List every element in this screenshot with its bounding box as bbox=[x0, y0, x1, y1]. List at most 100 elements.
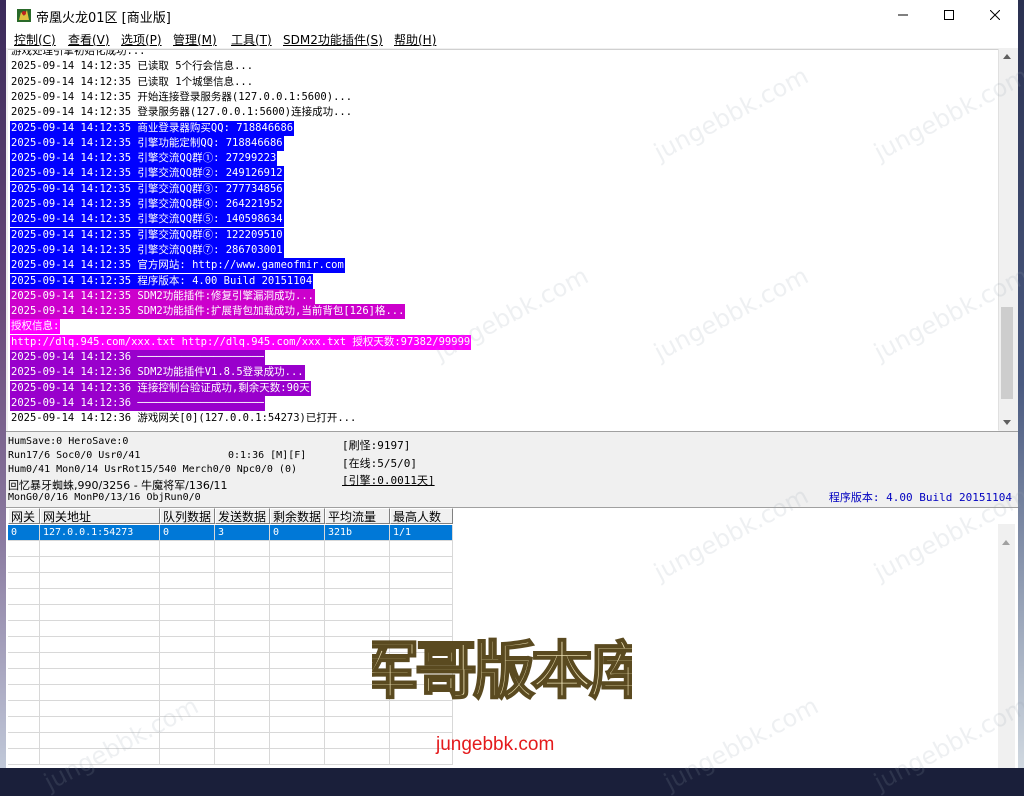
gateway-empty-cell bbox=[160, 573, 215, 589]
log-line-text: 2025-09-14 14:12:35 程序版本: 4.00 Build 201… bbox=[10, 273, 314, 289]
log-line-text: http://dlq.945.com/xxx.txt http://dlq.94… bbox=[10, 334, 472, 350]
menu-control[interactable]: 控制(C) bbox=[14, 31, 56, 48]
menu-help[interactable]: 帮助(H) bbox=[394, 31, 436, 48]
col-send-data[interactable]: 发送数据 bbox=[215, 508, 270, 524]
gateway-empty-cell bbox=[160, 717, 215, 733]
log-line-text: 2025-09-14 14:12:36 ──────────────────── bbox=[10, 350, 265, 365]
log-line-text: 授权信息: bbox=[10, 319, 61, 335]
gateway-empty-row[interactable] bbox=[8, 541, 453, 557]
log-output[interactable]: 游戏处理引擎初始化成功... 2025-09-14 14:12:35 已读取 5个… bbox=[8, 49, 998, 431]
grid-scroll-up-icon[interactable] bbox=[1002, 530, 1010, 549]
gateway-empty-cell bbox=[215, 749, 270, 765]
log-line: 2025-09-14 14:12:35 引擎交流QQ群③: 277734856 bbox=[10, 181, 284, 197]
gateway-empty-cell bbox=[215, 541, 270, 557]
status-panel: HumSave:0 HeroSave:0 Run17/6 Soc0/0 Usr0… bbox=[6, 431, 1018, 508]
menu-manage[interactable]: 管理(M) bbox=[173, 31, 217, 48]
gateway-empty-cell bbox=[270, 605, 325, 621]
gateway-empty-cell bbox=[270, 733, 325, 749]
close-icon bbox=[990, 10, 1000, 20]
gateway-empty-cell bbox=[270, 541, 325, 557]
minimize-button[interactable] bbox=[880, 0, 926, 30]
grid-scrollbar[interactable] bbox=[998, 524, 1015, 768]
gateway-empty-cell bbox=[270, 621, 325, 637]
gateway-empty-cell bbox=[40, 717, 160, 733]
log-line-text: 2025-09-14 14:12:36 ──────────────────── bbox=[10, 395, 265, 411]
gateway-empty-cell bbox=[40, 621, 160, 637]
scroll-down-arrow-icon[interactable] bbox=[999, 415, 1014, 430]
log-line-text: 2025-09-14 14:12:35 已读取 5个行会信息... bbox=[10, 59, 255, 75]
log-line: 2025-09-14 14:12:35 已读取 1个城堡信息... bbox=[10, 74, 255, 90]
gateway-empty-row[interactable] bbox=[8, 589, 453, 605]
gateway-empty-cell bbox=[215, 589, 270, 605]
gateway-empty-cell bbox=[270, 589, 325, 605]
gateway-empty-row[interactable] bbox=[8, 733, 453, 749]
log-line-text: 2025-09-14 14:12:35 引擎交流QQ群⑥: 122209510 bbox=[10, 227, 284, 243]
gateway-empty-cell bbox=[160, 621, 215, 637]
log-line: 2025-09-14 14:12:35 登录服务器(127.0.0.1:5600… bbox=[10, 105, 354, 121]
gateway-empty-cell bbox=[160, 653, 215, 669]
log-line: 2025-09-14 14:12:35 已读取 5个行会信息... bbox=[10, 59, 255, 75]
log-line-text: 2025-09-14 14:12:35 引擎交流QQ群⑦: 286703001 bbox=[10, 242, 284, 258]
gateway-empty-cell bbox=[40, 733, 160, 749]
gateway-empty-cell bbox=[325, 605, 390, 621]
log-scrollbar[interactable] bbox=[998, 49, 1015, 430]
gateway-empty-cell bbox=[8, 733, 40, 749]
gateway-empty-cell bbox=[40, 701, 160, 717]
menu-tools[interactable]: 工具(T) bbox=[231, 31, 272, 48]
status-hum-line: Hum0/41 Mon0/14 UsrRot15/540 Merch0/0 Np… bbox=[8, 464, 297, 475]
log-line: 2025-09-14 14:12:35 程序版本: 4.00 Build 201… bbox=[10, 273, 314, 289]
col-remaining-data[interactable]: 剩余数据 bbox=[270, 508, 325, 524]
gateway-empty-row[interactable] bbox=[8, 557, 453, 573]
gateway-empty-row[interactable] bbox=[8, 573, 453, 589]
col-gateway[interactable]: 网关 bbox=[8, 508, 40, 524]
gateway-empty-cell bbox=[270, 749, 325, 765]
gateway-empty-cell bbox=[270, 669, 325, 685]
log-line-text: 2025-09-14 14:12:35 SDM2功能插件:扩展背包加载成功,当前… bbox=[10, 304, 406, 320]
log-line: 2025-09-14 14:12:36 游戏网关[0](127.0.0.1:54… bbox=[10, 411, 358, 427]
gateway-empty-cell bbox=[8, 557, 40, 573]
gateway-cell: 0 bbox=[160, 525, 215, 541]
gateway-empty-cell bbox=[40, 685, 160, 701]
menu-options[interactable]: 选项(P) bbox=[121, 31, 162, 48]
close-button[interactable] bbox=[972, 0, 1018, 30]
status-monster-line: 回忆暴牙蜘蛛,990/3256 - 牛魔将军/136/11 bbox=[8, 479, 228, 492]
gateway-empty-cell bbox=[390, 557, 453, 573]
log-line-text: 2025-09-14 14:12:35 引擎交流QQ群⑤: 140598634 bbox=[10, 212, 284, 228]
menu-sdm2-plugin[interactable]: SDM2功能插件(S) bbox=[283, 31, 383, 48]
watermark-url: jungebbk.com bbox=[436, 734, 555, 755]
gateway-empty-cell bbox=[215, 669, 270, 685]
title-bar[interactable]: 帝凰火龙01区 [商业版] bbox=[6, 0, 1018, 30]
col-avg-traffic[interactable]: 平均流量 bbox=[325, 508, 390, 524]
log-line: 2025-09-14 14:12:35 官方网站: http://www.gam… bbox=[10, 258, 345, 274]
col-max-users[interactable]: 最高人数 bbox=[390, 508, 453, 524]
gateway-empty-cell bbox=[40, 541, 160, 557]
gateway-empty-row[interactable] bbox=[8, 749, 453, 765]
maximize-icon bbox=[944, 10, 954, 20]
gateway-empty-cell bbox=[8, 749, 40, 765]
gateway-empty-row[interactable] bbox=[8, 605, 453, 621]
log-scroll-thumb[interactable] bbox=[1001, 307, 1013, 399]
col-gateway-address[interactable]: 网关地址 bbox=[40, 508, 160, 524]
log-line: 2025-09-14 14:12:35 引擎交流QQ群②: 249126912 bbox=[10, 166, 284, 182]
col-queue-data[interactable]: 队列数据 bbox=[160, 508, 215, 524]
gateway-row[interactable]: 0 127.0.0.1:54273 0 3 0 321b 1/1 bbox=[8, 525, 453, 541]
dragon-app-icon bbox=[17, 9, 31, 22]
grid-header: 网关 网关地址 队列数据 发送数据 剩余数据 平均流量 最高人数 bbox=[8, 508, 453, 525]
log-line-text: 2025-09-14 14:12:35 登录服务器(127.0.0.1:5600… bbox=[10, 105, 354, 121]
log-line: 2025-09-14 14:12:35 开始连接登录服务器(127.0.0.1:… bbox=[10, 89, 354, 105]
maximize-button[interactable] bbox=[926, 0, 972, 30]
status-spawn-count: [刷怪:9197] bbox=[342, 439, 411, 452]
gateway-empty-cell bbox=[270, 557, 325, 573]
gateway-empty-cell bbox=[325, 573, 390, 589]
gateway-empty-cell bbox=[160, 637, 215, 653]
gateway-empty-cell bbox=[8, 685, 40, 701]
gateway-empty-cell bbox=[160, 685, 215, 701]
log-line: http://dlq.945.com/xxx.txt http://dlq.94… bbox=[10, 334, 472, 350]
gateway-empty-cell bbox=[160, 749, 215, 765]
log-line: 2025-09-14 14:12:35 SDM2功能插件:扩展背包加载成功,当前… bbox=[10, 304, 406, 320]
gateway-empty-cell bbox=[40, 669, 160, 685]
log-line: 2025-09-14 14:12:35 引擎功能定制QQ: 718846686 bbox=[10, 135, 284, 151]
scroll-up-arrow-icon[interactable] bbox=[999, 49, 1014, 64]
gateway-empty-cell bbox=[270, 685, 325, 701]
menu-view[interactable]: 查看(V) bbox=[68, 31, 110, 48]
